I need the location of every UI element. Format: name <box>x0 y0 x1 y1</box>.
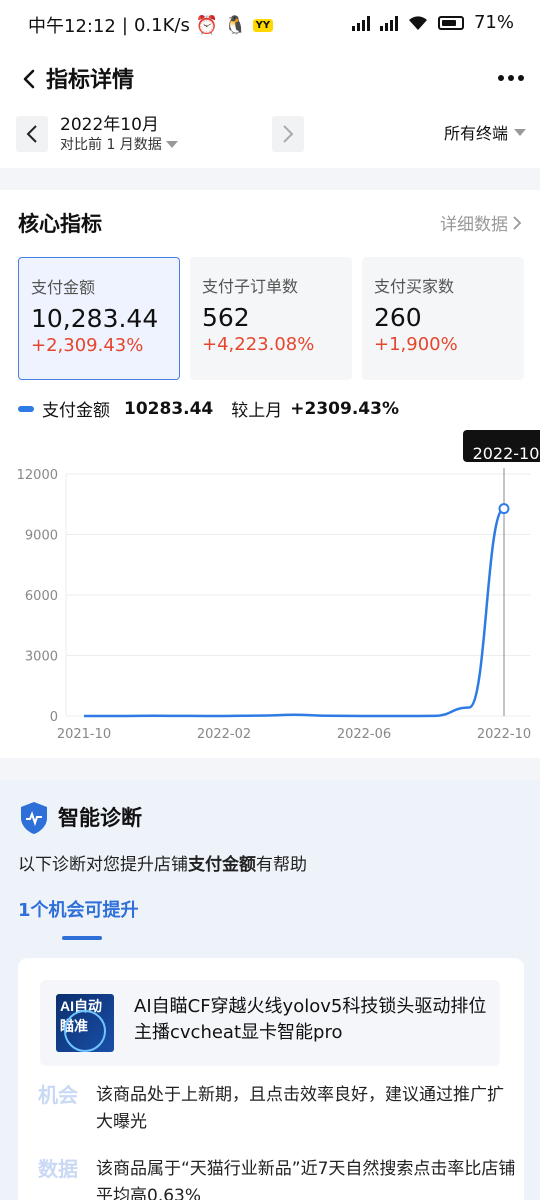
metric-value: 260 <box>374 303 422 332</box>
tab-opportunities[interactable]: 1个机会可提升 <box>18 896 139 922</box>
legend-value: 10283.44 <box>124 398 214 419</box>
metric-label: 支付金额 <box>31 278 96 297</box>
y-tick-label: 9000 <box>25 529 58 544</box>
compare-label: 对比前 1 月数据 <box>60 137 162 153</box>
x-tick-label: 2022-06 <box>337 727 391 742</box>
detail-data-link[interactable]: 详细数据 <box>440 210 522 235</box>
diagnosis-description: 以下诊断对您提升店铺支付金额有帮助 <box>18 850 307 875</box>
x-tick-label: 2021-10 <box>57 727 111 742</box>
alarm-icon: ⏰ <box>195 14 219 36</box>
metric-label: 支付子订单数 <box>202 277 299 296</box>
desc-suffix: 有帮助 <box>256 855 307 875</box>
opportunity-text: 该商品处于上新期，且点击效率良好，建议通过推广扩大曝光 <box>96 1085 504 1132</box>
product-thumbnail: AI自动瞄准 <box>56 994 114 1052</box>
y-tick-label: 12000 <box>17 468 58 483</box>
status-divider: | <box>121 14 128 36</box>
metric-change: +1,900% <box>374 334 458 355</box>
signal-icon-2 <box>379 15 398 31</box>
metric-card-payment-amount[interactable]: 支付金额 10,283.44 +2,309.43% <box>18 257 180 380</box>
tab-underline <box>62 936 102 940</box>
chart-svg: 0 3000 6000 9000 12000 2021-10 2022-02 2022-06 2… <box>17 430 540 742</box>
metric-value: 10,283.44 <box>31 304 159 333</box>
legend-compare-label: 较上月 <box>231 401 283 421</box>
metric-label: 支付买家数 <box>374 277 455 296</box>
section-title: 核心指标 <box>18 212 102 236</box>
prev-month-button[interactable] <box>16 116 48 152</box>
selected-month: 2022年10月 <box>60 115 159 135</box>
metric-change: +2,309.43% <box>31 335 144 356</box>
status-speed: 0.1K/s <box>133 14 190 36</box>
product-item[interactable]: AI自动瞄准 AI自瞄CF穿越火线yolov5科技锁头驱动排位主播cvcheat… <box>40 980 500 1066</box>
battery-level: 71% <box>473 12 514 33</box>
metric-value: 562 <box>202 303 250 332</box>
triangle-down-icon <box>165 140 178 148</box>
desc-bold: 支付金额 <box>188 855 256 875</box>
status-right: 71% <box>351 12 514 33</box>
status-bar: 中午12:12 | 0.1K/s ⏰ 🐧 YY 71% <box>0 0 540 50</box>
metric-card-buyers[interactable]: 支付买家数 260 +1,900% <box>362 257 524 380</box>
legend-label: 支付金额 <box>42 401 110 421</box>
terminal-label: 所有终端 <box>443 124 508 143</box>
detail-link-label: 详细数据 <box>440 215 508 235</box>
y-tick-label: 6000 <box>25 589 58 604</box>
data-row: 数据 该商品属于“天猫行业新品”近7天自然搜索点击率比店铺平均高0.63% <box>38 1156 518 1200</box>
core-metrics-section: 核心指标 详细数据 支付金额 10,283.44 +2,309.43% 支付子订… <box>0 190 540 758</box>
compare-dropdown[interactable]: 对比前 1 月数据 <box>60 134 178 154</box>
tooltip-label: 2022-10 <box>473 444 540 463</box>
x-tick-label: 2022-02 <box>197 727 251 742</box>
opportunity-tag: 机会 <box>38 1083 78 1107</box>
trend-chart[interactable]: 0 3000 6000 9000 12000 2021-10 2022-02 2022-06 2… <box>0 430 540 750</box>
y-tick-label: 0 <box>50 710 58 725</box>
chevron-right-icon <box>513 215 522 230</box>
battery-icon <box>437 15 464 30</box>
data-tag: 数据 <box>38 1157 78 1181</box>
legend-compare-value: +2309.43% <box>290 398 399 419</box>
series-line <box>83 507 505 718</box>
data-text: 该商品属于“天猫行业新品”近7天自然搜索点击率比店铺平均高0.63% <box>96 1159 516 1200</box>
shield-icon <box>21 802 47 834</box>
chevron-left-icon <box>26 125 37 143</box>
status-left: 中午12:12 | 0.1K/s ⏰ 🐧 YY <box>28 12 274 38</box>
nav-bar: 指标详情 <box>0 50 540 110</box>
metric-card-sub-orders[interactable]: 支付子订单数 562 +4,223.08% <box>190 257 352 380</box>
triangle-down-icon <box>514 128 526 136</box>
metric-change: +4,223.08% <box>202 334 315 355</box>
wifi-icon <box>408 15 427 30</box>
terminal-dropdown[interactable]: 所有终端 <box>444 120 526 144</box>
yy-icon: YY <box>252 18 274 32</box>
diagnosis-card: AI自动瞄准 AI自瞄CF穿越火线yolov5科技锁头驱动排位主播cvcheat… <box>18 958 524 1200</box>
diagnosis-section: 智能诊断 以下诊断对您提升店铺支付金额有帮助 1个机会可提升 AI自动瞄准 AI… <box>0 780 540 1200</box>
diagnosis-title: 智能诊断 <box>58 806 142 830</box>
opportunity-row: 机会 该商品处于上新期，且点击效率良好，建议通过推广扩大曝光 <box>38 1082 518 1142</box>
chevron-right-icon <box>283 125 294 143</box>
next-month-button[interactable] <box>272 116 304 152</box>
date-selector: 2022年10月 对比前 1 月数据 所有终端 <box>0 110 540 168</box>
status-time: 中午12:12 <box>28 16 116 37</box>
back-icon[interactable] <box>18 64 40 94</box>
qq-icon: 🐧 <box>224 14 247 36</box>
y-tick-label: 3000 <box>25 650 58 665</box>
signal-icon <box>351 15 370 31</box>
product-image-ring <box>64 1010 106 1052</box>
product-name: AI自瞄CF穿越火线yolov5科技锁头驱动排位主播cvcheat显卡智能pro <box>134 996 487 1043</box>
more-icon[interactable] <box>498 66 524 90</box>
data-point <box>498 503 510 515</box>
legend-swatch <box>18 405 34 412</box>
x-tick-label: 2022-10 <box>477 727 531 742</box>
chart-legend: 支付金额 10283.44 较上月 +2309.43% <box>18 396 399 421</box>
desc-prefix: 以下诊断对您提升店铺 <box>18 855 188 875</box>
page-title: 指标详情 <box>46 68 135 93</box>
